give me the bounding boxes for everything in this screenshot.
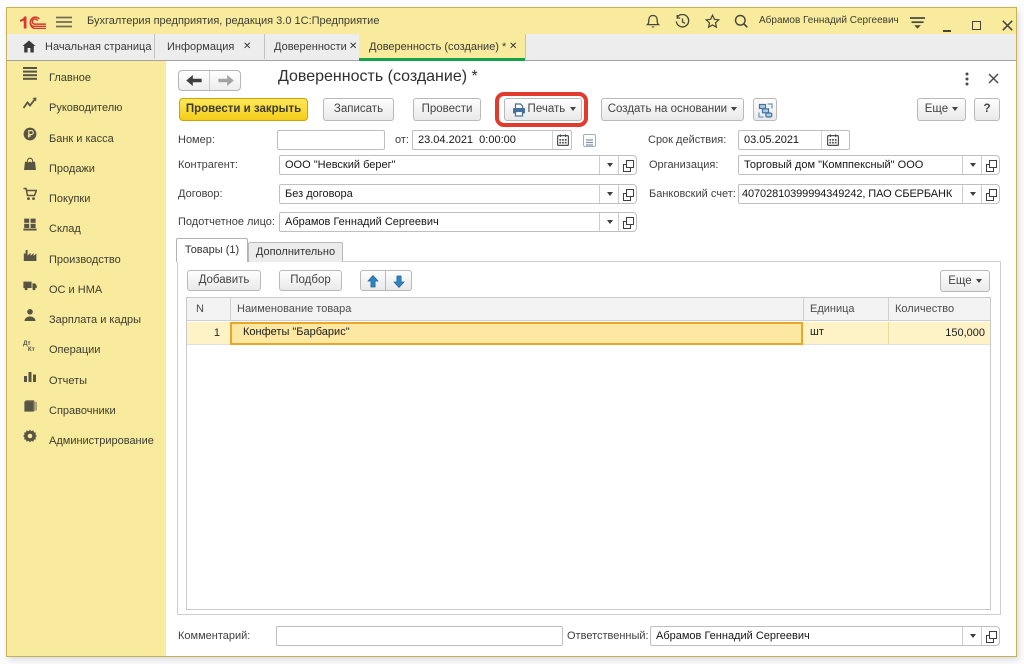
svg-text:Кт: Кт: [28, 346, 35, 352]
